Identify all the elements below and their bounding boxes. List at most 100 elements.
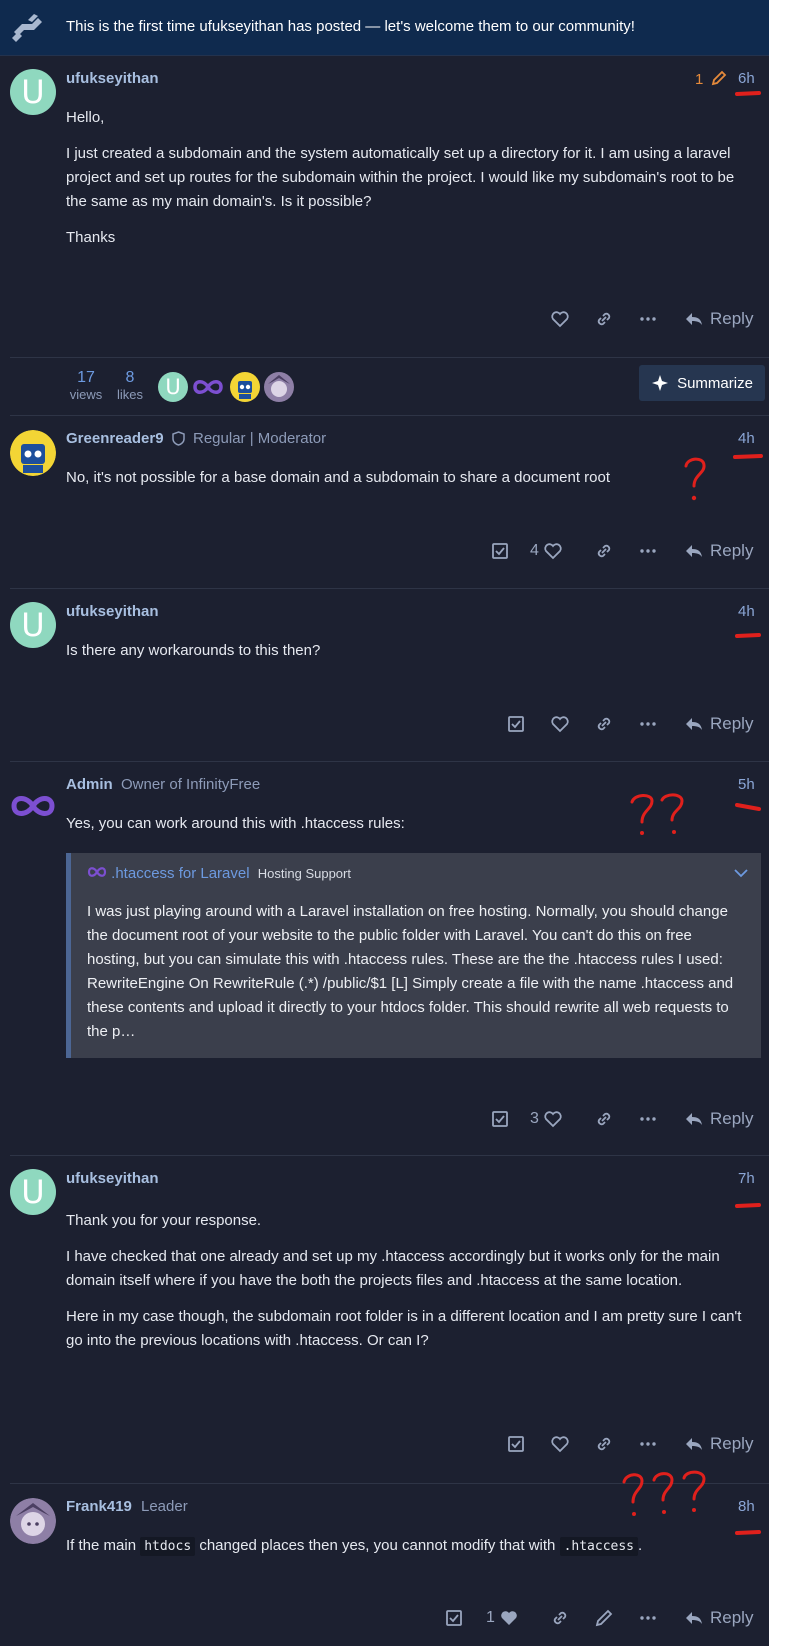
post-age[interactable]: 5h — [738, 776, 755, 793]
solution-button[interactable] — [506, 709, 526, 739]
reply-button[interactable]: Reply — [684, 304, 753, 334]
more-actions-button[interactable] — [638, 304, 658, 334]
ellipsis-icon — [640, 317, 656, 321]
solution-button[interactable] — [490, 536, 510, 566]
link-icon — [597, 312, 611, 326]
post-age[interactable]: 6h — [738, 70, 755, 87]
more-actions-button[interactable] — [638, 709, 658, 739]
username-link[interactable]: ufukseyithan — [66, 70, 159, 87]
summarize-button[interactable]: Summarize — [639, 365, 765, 401]
copy-link-button[interactable] — [550, 1603, 570, 1633]
infinity-icon — [87, 867, 107, 877]
like-button[interactable]: 3 — [530, 1104, 563, 1134]
post-age[interactable]: 4h — [738, 603, 755, 620]
username-link[interactable]: Admin — [66, 776, 113, 793]
inline-code: .htaccess — [559, 1537, 639, 1556]
post-actions: 3 Reply — [0, 1104, 769, 1134]
likes-stat[interactable]: 8 likes — [112, 369, 148, 402]
welcome-hands-icon — [12, 14, 42, 42]
reply-icon — [686, 1438, 702, 1450]
ellipsis-icon — [640, 1117, 656, 1121]
more-actions-button[interactable] — [638, 1603, 658, 1633]
reply-button[interactable]: Reply — [684, 1429, 753, 1459]
more-actions-button[interactable] — [638, 1429, 658, 1459]
participant-avatar[interactable]: U — [158, 372, 188, 402]
reply-icon — [686, 1113, 702, 1125]
banner-text: This is the first time ufukseyithan has … — [66, 18, 635, 35]
ellipsis-icon — [640, 549, 656, 553]
post-age[interactable]: 8h — [738, 1498, 755, 1515]
quote-title-link[interactable]: .htaccess for Laravel — [111, 865, 249, 882]
solved-checkbox-icon — [446, 1610, 462, 1626]
red-dash-annotation — [735, 803, 761, 811]
quote-header: .htaccess for Laravel Hosting Support — [87, 865, 351, 882]
solution-button[interactable] — [444, 1603, 464, 1633]
edit-button[interactable] — [594, 1603, 614, 1633]
avatar[interactable] — [10, 1498, 56, 1544]
participant-avatar-anime-icon[interactable] — [264, 372, 294, 402]
username-link[interactable]: ufukseyithan — [66, 603, 159, 620]
post-body: No, it's not possible for a base domain … — [66, 466, 756, 502]
like-button[interactable] — [550, 304, 570, 334]
solution-button[interactable] — [506, 1429, 526, 1459]
edit-count[interactable]: 1 — [695, 70, 727, 88]
quoted-topic[interactable]: .htaccess for Laravel Hosting Support I … — [66, 853, 761, 1058]
post-age[interactable]: 7h — [738, 1170, 755, 1187]
reply-label: Reply — [710, 309, 754, 328]
solution-button[interactable] — [490, 1104, 510, 1134]
avatar[interactable]: U — [10, 1169, 56, 1215]
copy-link-button[interactable] — [594, 304, 614, 334]
like-button[interactable] — [550, 1429, 570, 1459]
participant-avatar-robot-icon[interactable] — [230, 372, 260, 402]
reply-label: Reply — [710, 1434, 754, 1453]
username-link[interactable]: Frank419 — [66, 1498, 132, 1515]
ellipsis-icon — [640, 722, 656, 726]
text-segment: If the main — [66, 1537, 141, 1554]
infinity-icon[interactable] — [10, 792, 56, 820]
paragraph: I just created a subdomain and the syste… — [66, 145, 735, 210]
avatar[interactable]: U — [10, 602, 56, 648]
like-count: 3 — [530, 1110, 539, 1127]
more-actions-button[interactable] — [638, 1104, 658, 1134]
like-button[interactable] — [550, 709, 570, 739]
ellipsis-icon — [640, 1616, 656, 1620]
infinity-icon[interactable] — [192, 376, 224, 398]
like-button[interactable]: 1 — [486, 1603, 519, 1633]
username-link[interactable]: ufukseyithan — [66, 1170, 159, 1187]
avatar[interactable]: U — [10, 69, 56, 115]
copy-link-button[interactable] — [594, 1429, 614, 1459]
link-icon — [553, 1611, 567, 1625]
user-title: Leader — [141, 1498, 188, 1515]
quote-category[interactable]: Hosting Support — [258, 866, 351, 881]
chevron-down-icon[interactable] — [733, 865, 749, 881]
link-icon — [597, 1112, 611, 1126]
copy-link-button[interactable] — [594, 536, 614, 566]
reply-icon — [686, 718, 702, 730]
text-segment: changed places then yes, you cannot modi… — [195, 1537, 560, 1554]
username-link[interactable]: Greenreader9 — [66, 430, 164, 447]
views-label: views — [69, 387, 103, 402]
post-actions: 1 Reply — [0, 1603, 769, 1633]
reply-button[interactable]: Reply — [684, 1603, 753, 1633]
reply-icon — [686, 545, 702, 557]
edit-count-value: 1 — [695, 71, 704, 88]
avatar[interactable] — [10, 430, 56, 476]
reply-button[interactable]: Reply — [684, 709, 753, 739]
reply-button[interactable]: Reply — [684, 1104, 753, 1134]
post-age[interactable]: 4h — [738, 430, 755, 447]
red-question-mark-annotation — [622, 1470, 706, 1516]
red-dash-annotation — [735, 1530, 761, 1535]
post-body: If the main htdocs changed places then y… — [66, 1534, 756, 1571]
copy-link-button[interactable] — [594, 709, 614, 739]
like-button[interactable]: 4 — [530, 536, 563, 566]
summarize-label: Summarize — [677, 374, 753, 392]
views-stat[interactable]: 17 views — [68, 369, 104, 402]
red-dash-annotation — [733, 454, 763, 459]
reply-button[interactable]: Reply — [684, 536, 753, 566]
more-actions-button[interactable] — [638, 536, 658, 566]
heart-icon — [544, 543, 562, 560]
paragraph: Is there any workarounds to this then? — [66, 642, 321, 659]
post-actions: Reply — [0, 709, 769, 739]
solved-checkbox-icon — [508, 716, 524, 732]
copy-link-button[interactable] — [594, 1104, 614, 1134]
